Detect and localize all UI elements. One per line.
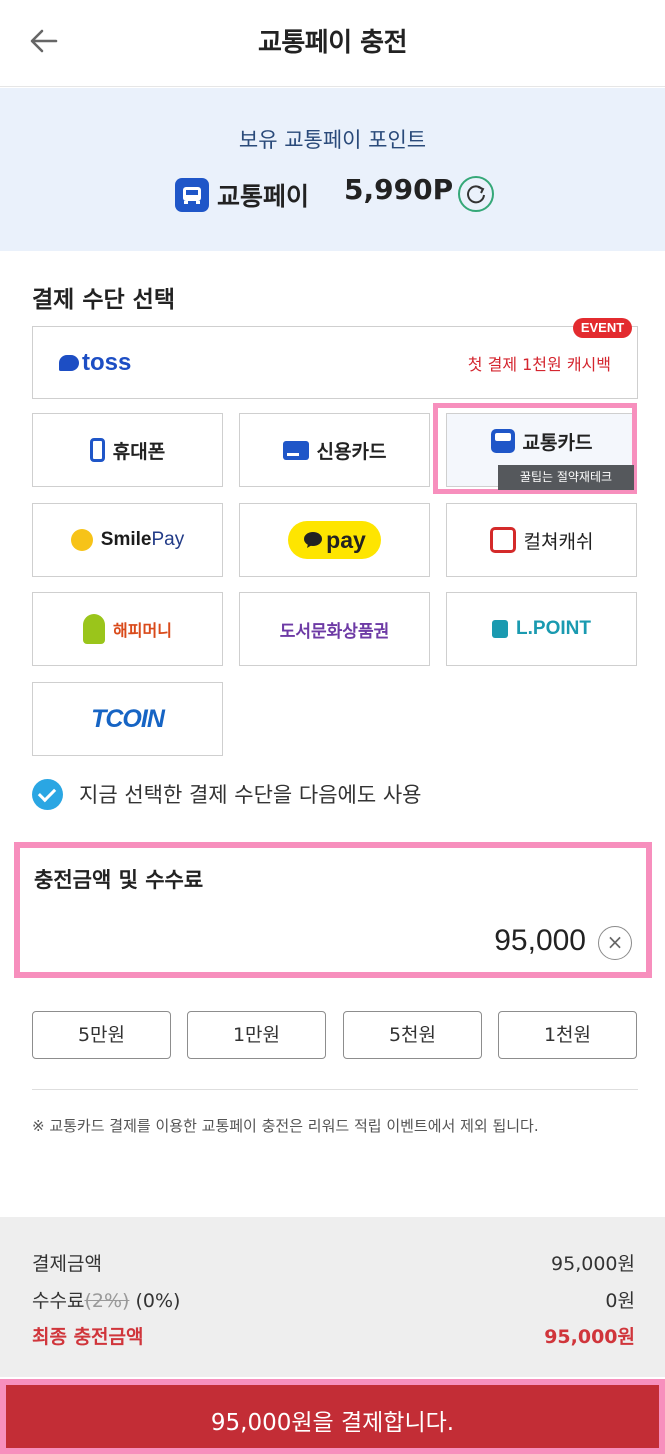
amount-input[interactable]: 95,000 bbox=[494, 924, 586, 958]
smilepay-option[interactable]: SmilePay bbox=[32, 503, 223, 577]
pay-amount-label: 결제금액 bbox=[32, 1253, 102, 1275]
amount-section: 충전금액 및 수수료 95,000 × bbox=[14, 842, 652, 978]
credit-card-option-label: 신용카드 bbox=[316, 440, 387, 463]
quick-amount-50000-button[interactable]: 5만원 bbox=[32, 1011, 171, 1059]
pay-amount-value: 95,000원 bbox=[551, 1253, 635, 1275]
final-amount-value: 95,000원 bbox=[544, 1326, 635, 1348]
phone-option-label: 휴대폰 bbox=[112, 440, 166, 463]
toss-icon bbox=[59, 355, 79, 371]
points-label: 보유 교통페이 포인트 bbox=[238, 128, 427, 152]
divider bbox=[32, 1089, 638, 1090]
quick-amount-10000-button[interactable]: 1만원 bbox=[187, 1011, 326, 1059]
culture-cash-option-label: 컬쳐캐쉬 bbox=[523, 530, 594, 553]
credit-card-icon bbox=[282, 440, 309, 460]
happy-money-icon bbox=[83, 614, 106, 644]
header: 교통페이 충전 bbox=[0, 0, 665, 87]
phone-icon bbox=[89, 438, 105, 462]
points-panel: 보유 교통페이 포인트 bbox=[0, 88, 665, 251]
refresh-icon[interactable] bbox=[458, 176, 494, 212]
culture-cash-icon bbox=[489, 527, 516, 553]
happy-money-option[interactable]: 해피머니 bbox=[32, 592, 223, 666]
fee-old-rate: (2%) bbox=[84, 1290, 130, 1312]
quick-amount-5000-button[interactable]: 5천원 bbox=[343, 1011, 482, 1059]
fee-label: 수수료(2%) (0%) bbox=[32, 1290, 181, 1312]
lpoint-option[interactable]: L.POINT bbox=[446, 592, 637, 666]
bus-icon bbox=[175, 178, 209, 212]
kakaopay-option[interactable]: pay bbox=[239, 503, 430, 577]
tcoin-logo: TCOIN bbox=[91, 704, 165, 733]
book-voucher-option[interactable]: 도서문화상품권 bbox=[239, 592, 430, 666]
pay-button-label: 95,000원을 결제합니다. bbox=[210, 1410, 455, 1436]
fee-value: 0원 bbox=[605, 1290, 635, 1312]
toss-option[interactable]: toss 첫 결제 1천원 캐시백 bbox=[32, 326, 638, 399]
clear-amount-icon[interactable]: × bbox=[598, 926, 632, 960]
remember-method-label: 지금 선택한 결제 수단을 다음에도 사용 bbox=[79, 783, 422, 807]
lpoint-label: L.POINT bbox=[516, 618, 591, 639]
notice-text: ※ 교통카드 결제를 이용한 교통페이 충전은 리워드 적립 이벤트에서 제외 … bbox=[32, 1117, 539, 1135]
final-amount-label: 최종 충전금액 bbox=[32, 1326, 144, 1348]
kakaopay-logo: pay bbox=[288, 521, 381, 559]
fee-new-rate: (0%) bbox=[135, 1290, 181, 1312]
points-value: 5,990P bbox=[344, 173, 454, 206]
lpoint-icon bbox=[492, 620, 509, 638]
phone-option[interactable]: 휴대폰 bbox=[32, 413, 223, 487]
quick-amount-1000-button[interactable]: 1천원 bbox=[498, 1011, 637, 1059]
smilepay-logo: SmilePay bbox=[100, 529, 185, 550]
payment-section-title: 결제 수단 선택 bbox=[32, 287, 175, 313]
watermark: 꿀팁는 절약재테크 bbox=[498, 465, 634, 490]
credit-card-option[interactable]: 신용카드 bbox=[239, 413, 430, 487]
payment-summary: 결제금액 95,000원 수수료(2%) (0%) 0원 최종 충전금액 95,… bbox=[0, 1217, 665, 1377]
toss-promo-text: 첫 결제 1천원 캐시백 bbox=[467, 355, 611, 374]
pay-button[interactable]: 95,000원을 결제합니다. bbox=[0, 1379, 665, 1454]
book-voucher-label: 도서문화상품권 bbox=[279, 621, 390, 642]
event-badge: EVENT bbox=[573, 318, 632, 338]
happy-money-label: 해피머니 bbox=[113, 621, 172, 640]
points-name: 교통페이 bbox=[217, 182, 310, 211]
tcoin-option[interactable]: TCOIN bbox=[32, 682, 223, 756]
page-title: 교통페이 충전 bbox=[257, 28, 408, 58]
remember-method-checkbox[interactable]: 지금 선택한 결제 수단을 다음에도 사용 bbox=[32, 778, 422, 810]
culture-cash-option[interactable]: 컬쳐캐쉬 bbox=[446, 503, 637, 577]
toss-logo: toss bbox=[59, 349, 131, 377]
smile-icon bbox=[70, 529, 93, 551]
checkmark-icon bbox=[32, 778, 63, 810]
amount-title: 충전금액 및 수수료 bbox=[34, 868, 204, 892]
